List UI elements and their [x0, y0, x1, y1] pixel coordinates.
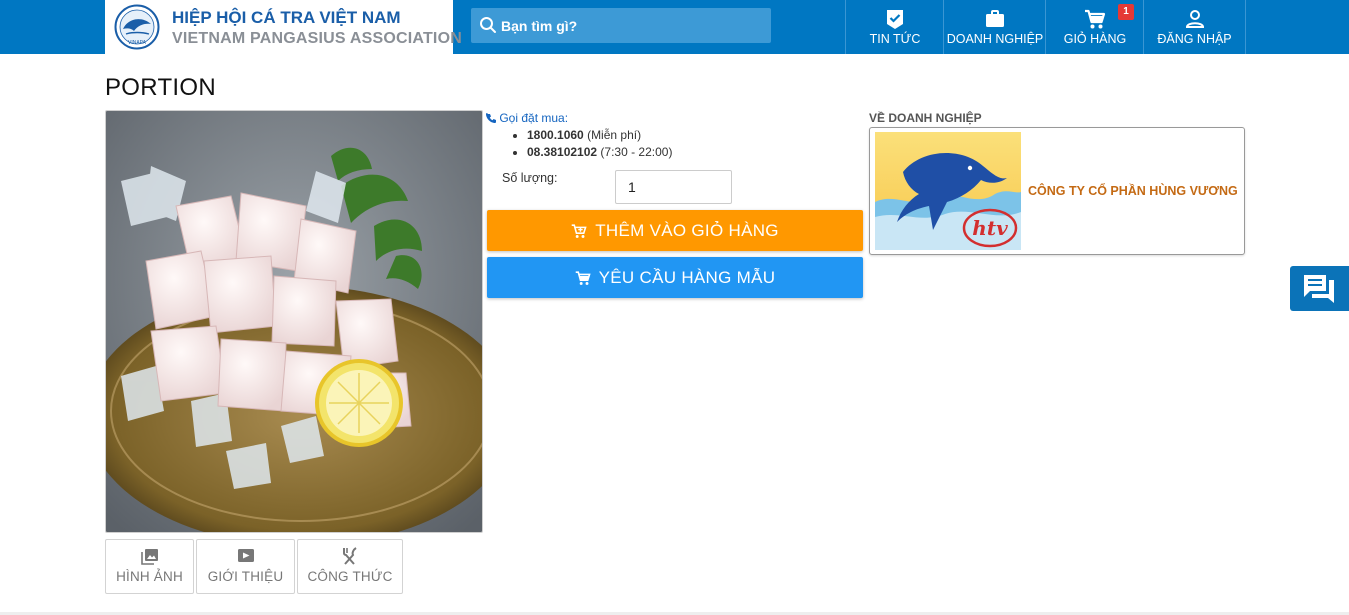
- nav-news-label: TIN TỨC: [869, 32, 921, 46]
- utensils-icon: [343, 547, 357, 565]
- top-navigation-bar: VINAPA HIỆP HỘI CÁ TRA VIỆT NAM VIETNAM …: [0, 0, 1349, 54]
- tab-introduction[interactable]: GIỚI THIỆU: [196, 539, 295, 594]
- phone-note: (Miễn phí): [583, 128, 642, 142]
- nav-login[interactable]: ĐĂNG NHẬP: [1143, 0, 1246, 54]
- phone-number[interactable]: 08.38102102: [527, 145, 597, 159]
- cart-count-badge: 1: [1118, 4, 1134, 20]
- vinapa-emblem-icon: VINAPA: [114, 4, 160, 50]
- company-card[interactable]: htv CÔNG TY CỔ PHẦN HÙNG VƯƠNG: [869, 127, 1245, 255]
- cart-icon: [575, 270, 591, 285]
- about-company-heading: VỀ DOANH NGHIỆP: [869, 111, 982, 125]
- svg-text:VINAPA: VINAPA: [128, 40, 147, 46]
- tab-images-label: HÌNH ẢNH: [116, 569, 183, 584]
- logo-subtitle: VIETNAM PANGASIUS ASSOCIATION: [172, 30, 462, 47]
- phone-item: 08.38102102 (7:30 - 22:00): [527, 144, 672, 161]
- phone-number[interactable]: 1800.1060: [527, 128, 584, 142]
- add-to-cart-button[interactable]: THÊM VÀO GIỎ HÀNG: [487, 210, 863, 251]
- call-label-text: Gọi đặt mua:: [499, 111, 569, 125]
- user-icon: [1185, 10, 1204, 28]
- phone-note: (7:30 - 22:00): [597, 145, 673, 159]
- news-check-icon: [887, 10, 903, 29]
- company-name[interactable]: CÔNG TY CỔ PHẦN HÙNG VƯƠNG: [1028, 184, 1238, 198]
- logo-title: HIỆP HỘI CÁ TRA VIỆT NAM: [172, 8, 401, 27]
- pangasius-portion-photo: [106, 111, 482, 532]
- search-box[interactable]: [471, 8, 771, 43]
- svg-text:htv: htv: [972, 216, 1008, 240]
- nav-login-label: ĐĂNG NHẬP: [1157, 32, 1232, 46]
- product-image[interactable]: [105, 110, 483, 533]
- call-to-order: Gọi đặt mua:: [486, 111, 568, 125]
- briefcase-icon: [986, 10, 1004, 27]
- phone-icon: [486, 113, 496, 123]
- product-title: PORTION: [105, 74, 217, 101]
- quantity-label: Số lượng:: [502, 171, 558, 185]
- tab-images[interactable]: HÌNH ẢNH: [105, 539, 194, 594]
- tab-introduction-label: GIỚI THIỆU: [207, 569, 284, 584]
- search-icon: [480, 17, 496, 33]
- image-icon: [140, 549, 158, 565]
- nav-cart[interactable]: 1 GIỎ HÀNG: [1045, 0, 1144, 54]
- nav-cart-label: GIỎ HÀNG: [1063, 32, 1127, 46]
- phone-list: 1800.1060 (Miễn phí) 08.38102102 (7:30 -…: [509, 127, 672, 161]
- site-logo[interactable]: VINAPA HIỆP HỘI CÁ TRA VIỆT NAM VIETNAM …: [105, 0, 462, 54]
- cart-icon: [1085, 9, 1106, 29]
- request-sample-label: YÊU CẦU HÀNG MẪU: [598, 267, 776, 287]
- hung-vuong-logo: htv: [875, 132, 1021, 250]
- quantity-input[interactable]: [615, 170, 732, 204]
- search-input[interactable]: [501, 8, 761, 43]
- nav-enterprise-label: DOANH NGHIỆP: [946, 32, 1044, 46]
- phone-item: 1800.1060 (Miễn phí): [527, 127, 672, 144]
- tab-recipe-label: CÔNG THỨC: [307, 569, 393, 584]
- chat-button[interactable]: [1290, 266, 1349, 311]
- chat-icon: [1304, 275, 1334, 303]
- add-to-cart-label: THÊM VÀO GIỎ HÀNG: [595, 220, 779, 240]
- request-sample-button[interactable]: YÊU CẦU HÀNG MẪU: [487, 257, 863, 298]
- cart-plus-icon: [571, 223, 587, 238]
- video-icon: [237, 549, 254, 562]
- nav-news[interactable]: TIN TỨC: [845, 0, 944, 54]
- nav-enterprise[interactable]: DOANH NGHIỆP: [943, 0, 1046, 54]
- tab-recipe[interactable]: CÔNG THỨC: [297, 539, 403, 594]
